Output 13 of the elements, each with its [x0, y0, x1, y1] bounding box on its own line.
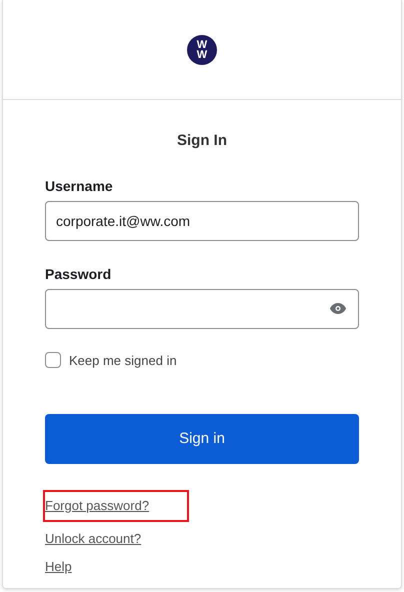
field-label: Password: [45, 264, 112, 284]
help-link[interactable]: Unlock account?: [45, 528, 142, 548]
help-link[interactable]: Forgot password?: [45, 492, 188, 520]
remember-checkbox[interactable]: [45, 352, 61, 368]
help-link[interactable]: Help: [45, 557, 72, 576]
checkbox-label: Keep me signed in: [69, 352, 177, 370]
password-field[interactable]: [45, 288, 359, 328]
logo: W W: [187, 34, 217, 64]
form-title: Sign In: [176, 131, 228, 151]
sign-in-button[interactable]: Sign in: [45, 414, 359, 464]
eye-icon[interactable]: [330, 302, 346, 314]
username-field[interactable]: corporate.it@ww.com: [45, 200, 359, 240]
field-label: Username: [45, 176, 113, 196]
